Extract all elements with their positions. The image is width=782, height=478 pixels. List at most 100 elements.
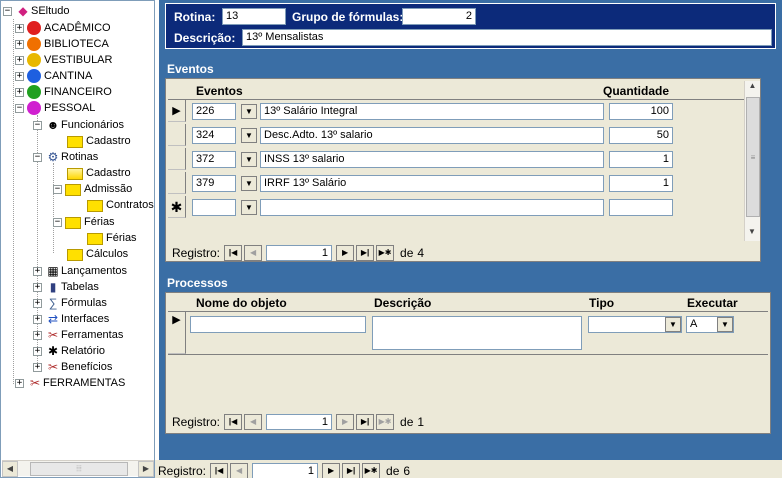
evento-description-field[interactable]: INSS 13º salario <box>260 151 604 168</box>
dropdown-arrow-icon[interactable]: ▼ <box>241 128 257 143</box>
eventos-vertical-scrollbar[interactable]: ▲ ≡ ▼ <box>744 81 760 241</box>
collapse-icon[interactable]: − <box>3 6 12 16</box>
dropdown-arrow-icon[interactable]: ▼ <box>241 200 257 215</box>
tree-node-cantina[interactable]: + CANTINA <box>15 68 92 84</box>
tree-node-ferias-sub[interactable]: Férias <box>87 230 137 246</box>
tree-node-vestibular[interactable]: + VESTIBULAR <box>15 52 112 68</box>
first-record-button[interactable]: |◀ <box>224 414 243 430</box>
grupo-formulas-field[interactable]: 2 <box>402 8 476 25</box>
scroll-up-button[interactable]: ▲ <box>745 81 760 95</box>
tree-node-academico[interactable]: + ACADÊMICO <box>15 20 111 36</box>
first-record-button[interactable]: |◀ <box>210 463 229 478</box>
previous-record-button[interactable]: ◀ <box>244 414 263 430</box>
navigation-tree[interactable]: − ◆ SEltudo + ACADÊMICO + BIBLIOTECA + V… <box>0 0 155 478</box>
last-record-button[interactable]: ▶| <box>342 463 361 478</box>
tree-node-ferias[interactable]: − Férias <box>53 214 115 230</box>
tree-node-ferramentas-pessoal[interactable]: + ✂ Ferramentas <box>33 327 123 343</box>
scroll-thumb[interactable]: ⦙⦙⦙ <box>30 461 128 476</box>
expand-icon[interactable]: + <box>33 330 42 340</box>
rotina-field[interactable]: 13 <box>222 8 286 25</box>
quantidade-field[interactable]: 50 <box>609 127 673 144</box>
next-record-button[interactable]: ▶ <box>322 463 341 478</box>
evento-code-field[interactable]: 379 <box>192 175 236 192</box>
record-selector-current[interactable]: ▶ <box>168 312 186 354</box>
record-selector[interactable] <box>168 148 186 170</box>
evento-code-field[interactable]: 324 <box>192 127 236 144</box>
collapse-icon[interactable]: − <box>33 120 42 130</box>
collapse-icon[interactable]: − <box>15 103 24 113</box>
collapse-icon[interactable]: − <box>53 217 62 227</box>
nome-objeto-field[interactable] <box>190 316 366 333</box>
evento-description-field[interactable]: Desc.Adto. 13º salario <box>260 127 604 144</box>
record-selector-current[interactable]: ▶ <box>168 100 186 122</box>
new-record-button[interactable]: ▶✱ <box>362 463 381 478</box>
record-selector[interactable] <box>168 172 186 194</box>
tree-node-relatorio[interactable]: + ✱ Relatório <box>33 343 105 359</box>
tree-node-ferramentas[interactable]: + ✂ FERRAMENTAS <box>15 375 125 391</box>
tree-node-rotinas[interactable]: − ⚙ Rotinas <box>33 149 98 165</box>
new-record-selector[interactable]: ✱ <box>168 196 186 218</box>
tree-horizontal-scrollbar[interactable]: ◀ ⦙⦙⦙ ▶ <box>2 460 154 477</box>
expand-icon[interactable]: + <box>33 298 42 308</box>
record-position-field[interactable]: 1 <box>266 414 333 430</box>
next-record-button[interactable]: ▶ <box>336 245 355 261</box>
expand-icon[interactable]: + <box>15 378 24 388</box>
dropdown-arrow-icon[interactable]: ▼ <box>241 176 257 191</box>
collapse-icon[interactable]: − <box>53 184 62 194</box>
dropdown-arrow-icon[interactable]: ▼ <box>717 317 733 332</box>
expand-icon[interactable]: + <box>33 346 42 356</box>
expand-icon[interactable]: + <box>15 87 24 97</box>
tree-node-root[interactable]: − ◆ SEltudo <box>3 3 70 19</box>
dropdown-arrow-icon[interactable]: ▼ <box>665 317 681 332</box>
last-record-button[interactable]: ▶| <box>356 414 375 430</box>
tree-node-calculos[interactable]: Cálculos <box>67 246 128 262</box>
record-position-field[interactable]: 1 <box>252 463 319 478</box>
tree-node-biblioteca[interactable]: + BIBLIOTECA <box>15 36 109 52</box>
evento-code-field[interactable]: 372 <box>192 151 236 168</box>
tree-node-cadastro-funcionarios[interactable]: Cadastro <box>67 133 131 149</box>
quantidade-field[interactable]: 1 <box>609 175 673 192</box>
processo-descricao-field[interactable] <box>372 316 582 350</box>
tree-node-tabelas[interactable]: + ▮ Tabelas <box>33 279 99 295</box>
scroll-down-button[interactable]: ▼ <box>745 227 759 241</box>
tree-node-interfaces[interactable]: + ⇄ Interfaces <box>33 311 109 327</box>
new-record-button[interactable]: ▶✱ <box>376 414 395 430</box>
expand-icon[interactable]: + <box>33 362 42 372</box>
scroll-right-button[interactable]: ▶ <box>138 460 154 477</box>
tree-node-contratos[interactable]: Contratos <box>87 197 154 213</box>
scroll-thumb[interactable]: ≡ <box>746 97 760 217</box>
evento-description-field[interactable]: 13º Salário Integral <box>260 103 604 120</box>
expand-icon[interactable]: + <box>33 282 42 292</box>
dropdown-arrow-icon[interactable]: ▼ <box>241 104 257 119</box>
previous-record-button[interactable]: ◀ <box>230 463 249 478</box>
evento-description-field[interactable]: IRRF 13º Salário <box>260 175 604 192</box>
tree-node-lancamentos[interactable]: + ▦ Lançamentos <box>33 263 127 279</box>
collapse-icon[interactable]: − <box>33 152 42 162</box>
previous-record-button[interactable]: ◀ <box>244 245 263 261</box>
descricao-field[interactable]: 13º Mensalistas <box>242 29 772 46</box>
first-record-button[interactable]: |◀ <box>224 245 243 261</box>
expand-icon[interactable]: + <box>15 71 24 81</box>
expand-icon[interactable]: + <box>33 314 42 324</box>
evento-code-field[interactable]: 226 <box>192 103 236 120</box>
expand-icon[interactable]: + <box>15 55 24 65</box>
tree-node-funcionarios[interactable]: − ☻ Funcionários <box>33 117 124 133</box>
expand-icon[interactable]: + <box>33 266 42 276</box>
tree-node-financeiro[interactable]: + FINANCEIRO <box>15 84 112 100</box>
new-evento-description-field[interactable] <box>260 199 604 216</box>
new-quantidade-field[interactable] <box>609 199 673 216</box>
new-evento-code-field[interactable] <box>192 199 236 216</box>
record-selector[interactable] <box>168 124 186 146</box>
tree-node-beneficios[interactable]: + ✂ Benefícios <box>33 359 112 375</box>
new-record-button[interactable]: ▶✱ <box>376 245 395 261</box>
quantidade-field[interactable]: 100 <box>609 103 673 120</box>
tree-node-formulas[interactable]: + ∑ Fórmulas <box>33 295 107 311</box>
expand-icon[interactable]: + <box>15 23 24 33</box>
tree-node-admissao[interactable]: − Admissão <box>53 181 132 197</box>
record-position-field[interactable]: 1 <box>266 245 333 261</box>
next-record-button[interactable]: ▶ <box>336 414 355 430</box>
dropdown-arrow-icon[interactable]: ▼ <box>241 152 257 167</box>
tree-node-cadastro-rotinas[interactable]: Cadastro <box>67 165 131 181</box>
tree-node-pessoal[interactable]: − PESSOAL <box>15 100 95 116</box>
scroll-left-button[interactable]: ◀ <box>2 460 18 477</box>
